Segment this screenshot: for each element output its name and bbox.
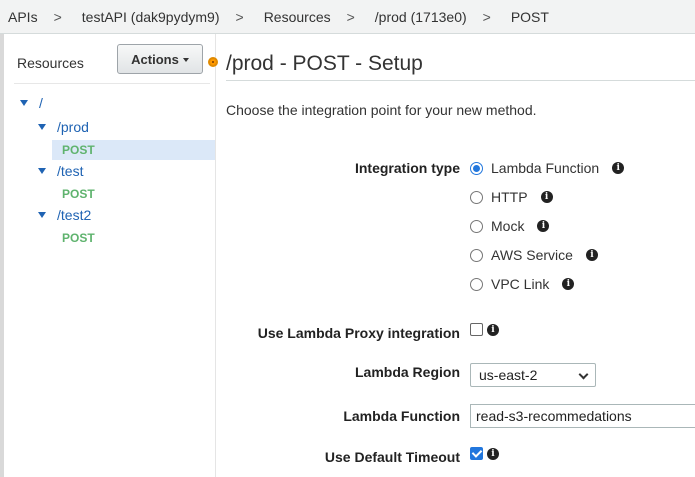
radio-button[interactable] [470, 190, 483, 204]
radio-button[interactable] [470, 248, 483, 262]
breadcrumb-separator: > [235, 8, 244, 25]
info-circle-icon[interactable]: i [487, 324, 499, 336]
info-circle-icon[interactable]: i [612, 162, 625, 174]
radio-aws-service[interactable]: AWS Service i [470, 246, 598, 264]
radio-label[interactable]: Lambda Function [491, 160, 599, 176]
tree-method-test2-post[interactable]: POST [52, 228, 215, 248]
tree-item-test[interactable]: /test [38, 163, 83, 179]
lambda-proxy-checkbox[interactable] [470, 323, 483, 336]
radio-button[interactable] [470, 219, 483, 233]
breadcrumb-separator: > [53, 8, 62, 25]
radio-label[interactable]: HTTP [491, 189, 528, 205]
panel-divider [14, 83, 210, 84]
breadcrumb-method: POST [510, 8, 549, 25]
triangle-down-icon[interactable] [38, 212, 46, 218]
lambda-function-label: Lambda Function [343, 408, 460, 424]
radio-lambda-function[interactable]: Lambda Function i [470, 159, 625, 177]
lambda-region-value: us-east-2 [479, 367, 538, 383]
lambda-region-label: Lambda Region [354, 364, 460, 380]
page-title: /prod - POST - Setup [226, 52, 423, 75]
lambda-region-select[interactable]: us-east-2 [470, 363, 596, 387]
default-timeout-checkbox[interactable] [470, 447, 483, 460]
breadcrumb-separator: > [482, 8, 491, 25]
breadcrumb-resources[interactable]: Resources [264, 9, 331, 25]
breadcrumb-separator: > [346, 8, 355, 25]
actions-label: Actions [131, 51, 179, 67]
caret-down-icon [182, 58, 189, 62]
radio-button[interactable] [470, 161, 483, 175]
orange-dot-icon [208, 57, 218, 67]
title-divider [226, 80, 695, 81]
breadcrumb-api[interactable]: testAPI (dak9pydym9) [82, 9, 220, 25]
lambda-function-input[interactable] [470, 404, 695, 428]
tree-item-root[interactable]: / [20, 95, 43, 111]
default-timeout-label: Use Default Timeout [324, 449, 460, 465]
radio-mock[interactable]: Mock i [470, 217, 550, 235]
tree-item-label: /prod [57, 119, 89, 135]
triangle-down-icon[interactable] [38, 124, 46, 130]
actions-button[interactable]: Actions [117, 44, 203, 74]
chevron-down-icon [578, 369, 589, 380]
radio-vpc-link[interactable]: VPC Link i [470, 275, 575, 293]
intro-text: Choose the integration point for your ne… [226, 102, 537, 118]
radio-label[interactable]: Mock [491, 218, 524, 234]
triangle-down-icon[interactable] [38, 168, 46, 174]
integration-type-label: Integration type [354, 160, 460, 176]
breadcrumb-apis[interactable]: APIs [8, 9, 38, 25]
radio-button[interactable] [470, 277, 483, 291]
breadcrumb: APIs > testAPI (dak9pydym9) > Resources … [0, 0, 695, 34]
info-circle-icon[interactable]: i [585, 249, 598, 261]
triangle-down-icon[interactable] [20, 100, 28, 106]
radio-label[interactable]: VPC Link [491, 276, 549, 292]
info-circle-icon[interactable]: i [537, 220, 550, 232]
tree-item-label: /test [57, 163, 84, 179]
tree-item-prod[interactable]: /prod [38, 119, 89, 135]
lambda-proxy-label: Use Lambda Proxy integration [257, 325, 460, 341]
radio-http[interactable]: HTTP i [470, 188, 553, 206]
info-circle-icon[interactable]: i [562, 278, 575, 290]
resources-panel: Resources Actions / /prod POST /test POS… [0, 34, 216, 477]
info-circle-icon[interactable]: i [540, 191, 553, 203]
info-circle-icon[interactable]: i [487, 448, 499, 460]
tree-item-label: / [39, 95, 43, 111]
tree-method-test-post[interactable]: POST [52, 184, 215, 204]
radio-label[interactable]: AWS Service [491, 247, 573, 263]
tree-item-label: /test2 [57, 207, 92, 223]
resources-title: Resources [17, 55, 84, 71]
tree-method-prod-post[interactable]: POST [52, 140, 215, 160]
breadcrumb-resource[interactable]: /prod (1713e0) [375, 9, 467, 25]
tree-item-test2[interactable]: /test2 [38, 207, 91, 223]
